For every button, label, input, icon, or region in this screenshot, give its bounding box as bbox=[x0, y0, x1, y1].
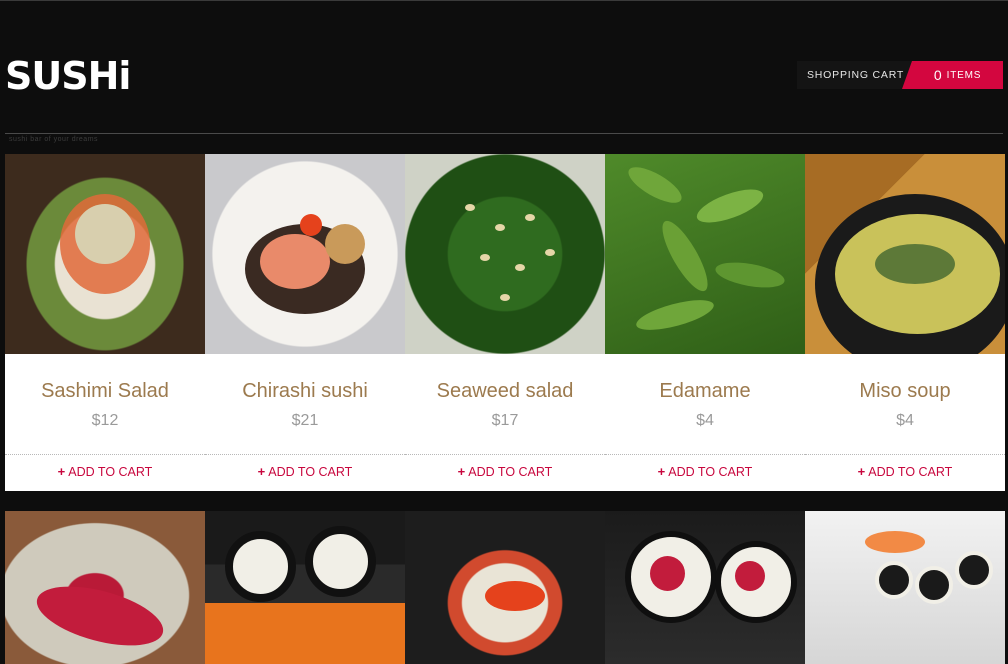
add-to-cart-label: ADD TO CART bbox=[468, 465, 553, 479]
add-to-cart-button[interactable]: + ADD TO CART bbox=[405, 464, 605, 479]
card-divider bbox=[405, 454, 605, 455]
product-name[interactable]: Chirashi sushi bbox=[205, 380, 405, 403]
nigiri-photo[interactable] bbox=[405, 511, 605, 664]
add-to-cart-label: ADD TO CART bbox=[668, 465, 753, 479]
plus-icon: + bbox=[657, 464, 666, 479]
add-to-cart-button[interactable]: + ADD TO CART bbox=[205, 464, 405, 479]
sashimi-salad-photo[interactable] bbox=[5, 154, 205, 354]
card-divider bbox=[605, 454, 805, 455]
product-card: Seaweed salad $17 + ADD TO CART bbox=[405, 154, 605, 491]
product-row bbox=[5, 511, 1005, 664]
seaweed-salad-photo[interactable] bbox=[405, 154, 605, 354]
plus-icon: + bbox=[57, 464, 66, 479]
shopping-cart-label: SHOPPING CART bbox=[797, 61, 912, 89]
top-border bbox=[0, 0, 1008, 1]
product-card: Miso soup $4 + ADD TO CART bbox=[805, 154, 1005, 491]
product-card: Chirashi sushi $21 + ADD TO CART bbox=[205, 154, 405, 491]
cart-count-badge: 0 ITEMS bbox=[902, 61, 1003, 89]
product-price: $12 bbox=[91, 412, 119, 429]
maki-roll-photo[interactable] bbox=[205, 511, 405, 664]
product-name[interactable]: Seaweed salad bbox=[405, 380, 605, 403]
shopping-cart-button[interactable]: SHOPPING CART 0 ITEMS bbox=[797, 61, 1003, 89]
tuna-roll-photo[interactable] bbox=[605, 511, 805, 664]
sushi-platter-photo[interactable] bbox=[805, 511, 1005, 664]
card-divider bbox=[205, 454, 405, 455]
add-to-cart-button[interactable]: + ADD TO CART bbox=[5, 464, 205, 479]
product-price: $17 bbox=[491, 412, 519, 429]
add-to-cart-label: ADD TO CART bbox=[268, 465, 353, 479]
product-price: $4 bbox=[896, 412, 914, 429]
add-to-cart-label: ADD TO CART bbox=[68, 465, 153, 479]
header-divider bbox=[5, 133, 1003, 134]
plus-icon: + bbox=[857, 464, 866, 479]
product-row: Sashimi Salad $12 + ADD TO CART Chirashi … bbox=[5, 154, 1005, 491]
product-name[interactable]: Sashimi Salad bbox=[5, 380, 205, 403]
miso-soup-photo[interactable] bbox=[805, 154, 1005, 354]
cart-item-count: 0 bbox=[933, 67, 942, 83]
add-to-cart-label: ADD TO CART bbox=[868, 465, 953, 479]
card-divider bbox=[5, 454, 205, 455]
product-card: Sashimi Salad $12 + ADD TO CART bbox=[5, 154, 205, 491]
plus-icon: + bbox=[457, 464, 466, 479]
product-card: Edamame $4 + ADD TO CART bbox=[605, 154, 805, 491]
product-name[interactable]: Miso soup bbox=[805, 380, 1005, 403]
card-divider bbox=[805, 454, 1005, 455]
plus-icon: + bbox=[257, 464, 266, 479]
product-name[interactable]: Edamame bbox=[605, 380, 805, 403]
add-to-cart-button[interactable]: + ADD TO CART bbox=[605, 464, 805, 479]
cart-items-label: ITEMS bbox=[946, 69, 982, 81]
chirashi-sushi-photo[interactable] bbox=[205, 154, 405, 354]
product-price: $4 bbox=[696, 412, 714, 429]
site-logo[interactable]: SUSHi bbox=[5, 54, 131, 98]
tagline: sushi bar of your dreams bbox=[9, 136, 99, 143]
edamame-photo[interactable] bbox=[605, 154, 805, 354]
add-to-cart-button[interactable]: + ADD TO CART bbox=[805, 464, 1005, 479]
tuna-sashimi-photo[interactable] bbox=[5, 511, 205, 664]
product-price: $21 bbox=[291, 412, 319, 429]
